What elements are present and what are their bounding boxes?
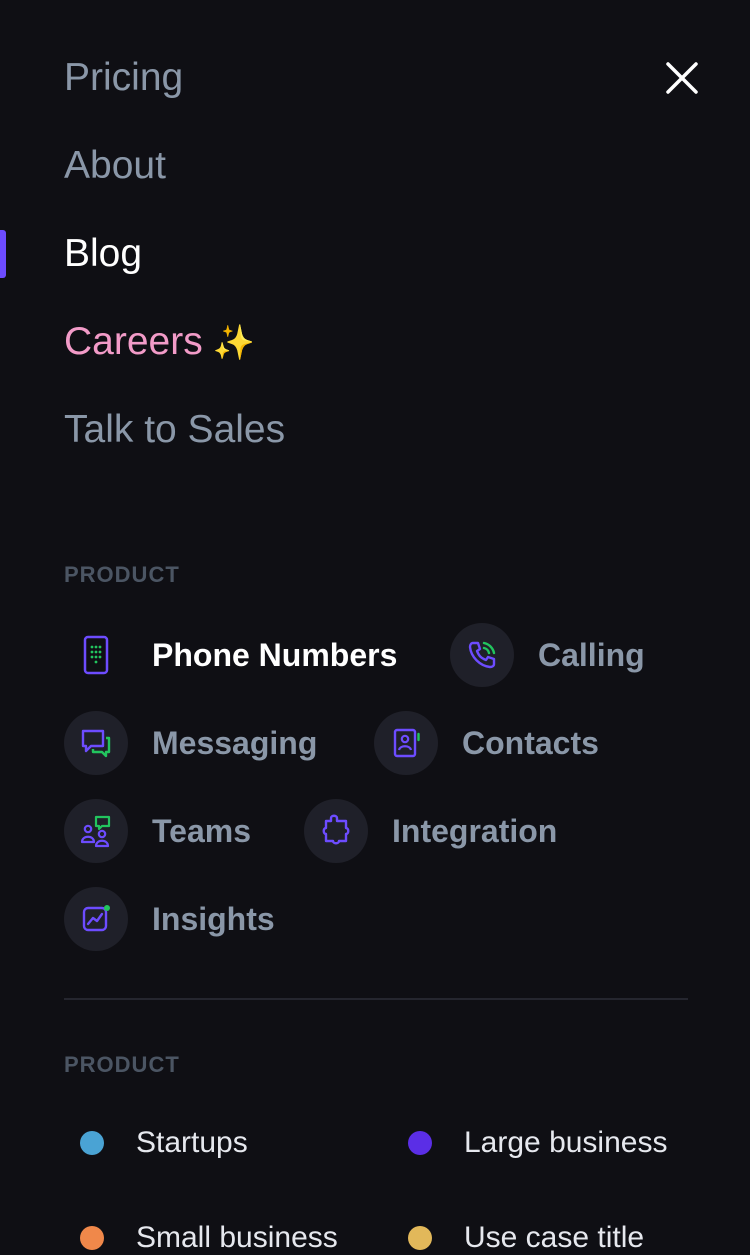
product-insights[interactable]: Insights (64, 887, 275, 951)
product-insights-label: Insights (152, 900, 275, 937)
product-contacts[interactable]: Contacts (374, 711, 599, 775)
team-icon (64, 799, 128, 863)
product-integration-label: Integration (392, 812, 558, 849)
phone-call-icon (450, 623, 514, 687)
use-case-small-business-label: Small business (136, 1221, 338, 1254)
nav-about[interactable]: About (64, 142, 166, 190)
chat-bubbles-icon (64, 711, 128, 775)
nav-pricing[interactable]: Pricing (64, 54, 183, 102)
contact-book-icon (374, 711, 438, 775)
product-heading: PRODUCT (64, 562, 180, 587)
nav-talk-to-sales[interactable]: Talk to Sales (64, 406, 285, 454)
product-calling-label: Calling (538, 636, 645, 673)
product-phone-numbers[interactable]: Phone Numbers (64, 623, 397, 687)
sparkle-icon: ✨ (212, 324, 256, 362)
product-teams-label: Teams (152, 812, 252, 849)
chart-icon (64, 887, 128, 951)
use-case-title[interactable]: Use case title (408, 1221, 644, 1255)
use-case-heading: PRODUCT (64, 1052, 180, 1077)
active-indicator (0, 230, 6, 278)
product-phone-numbers-label: Phone Numbers (152, 636, 398, 673)
nav-careers-label: Careers (64, 320, 203, 363)
product-integration[interactable]: Integration (304, 799, 557, 863)
use-case-startups-label: Startups (136, 1126, 248, 1159)
product-messaging[interactable]: Messaging (64, 711, 317, 775)
puzzle-icon (304, 799, 368, 863)
nav-blog[interactable]: Blog (64, 230, 142, 278)
use-case-startups[interactable]: Startups (80, 1126, 248, 1160)
use-case-small-business[interactable]: Small business (80, 1221, 338, 1255)
startups-dot-icon (80, 1131, 104, 1155)
small-business-dot-icon (80, 1226, 104, 1250)
section-divider (64, 998, 688, 1000)
product-contacts-label: Contacts (462, 724, 599, 761)
product-teams[interactable]: Teams (64, 799, 251, 863)
nav-careers[interactable]: Careers ✨ (64, 318, 255, 367)
product-calling[interactable]: Calling (450, 623, 645, 687)
use-case-large-business-label: Large business (464, 1126, 668, 1159)
use-case-title-label: Use case title (464, 1221, 645, 1254)
close-button[interactable] (660, 56, 704, 100)
large-business-dot-icon (408, 1131, 432, 1155)
close-icon (666, 62, 698, 94)
product-messaging-label: Messaging (152, 724, 318, 761)
phone-keypad-icon (64, 623, 128, 687)
use-case-large-business[interactable]: Large business (408, 1126, 667, 1160)
use-case-title-dot-icon (408, 1226, 432, 1250)
